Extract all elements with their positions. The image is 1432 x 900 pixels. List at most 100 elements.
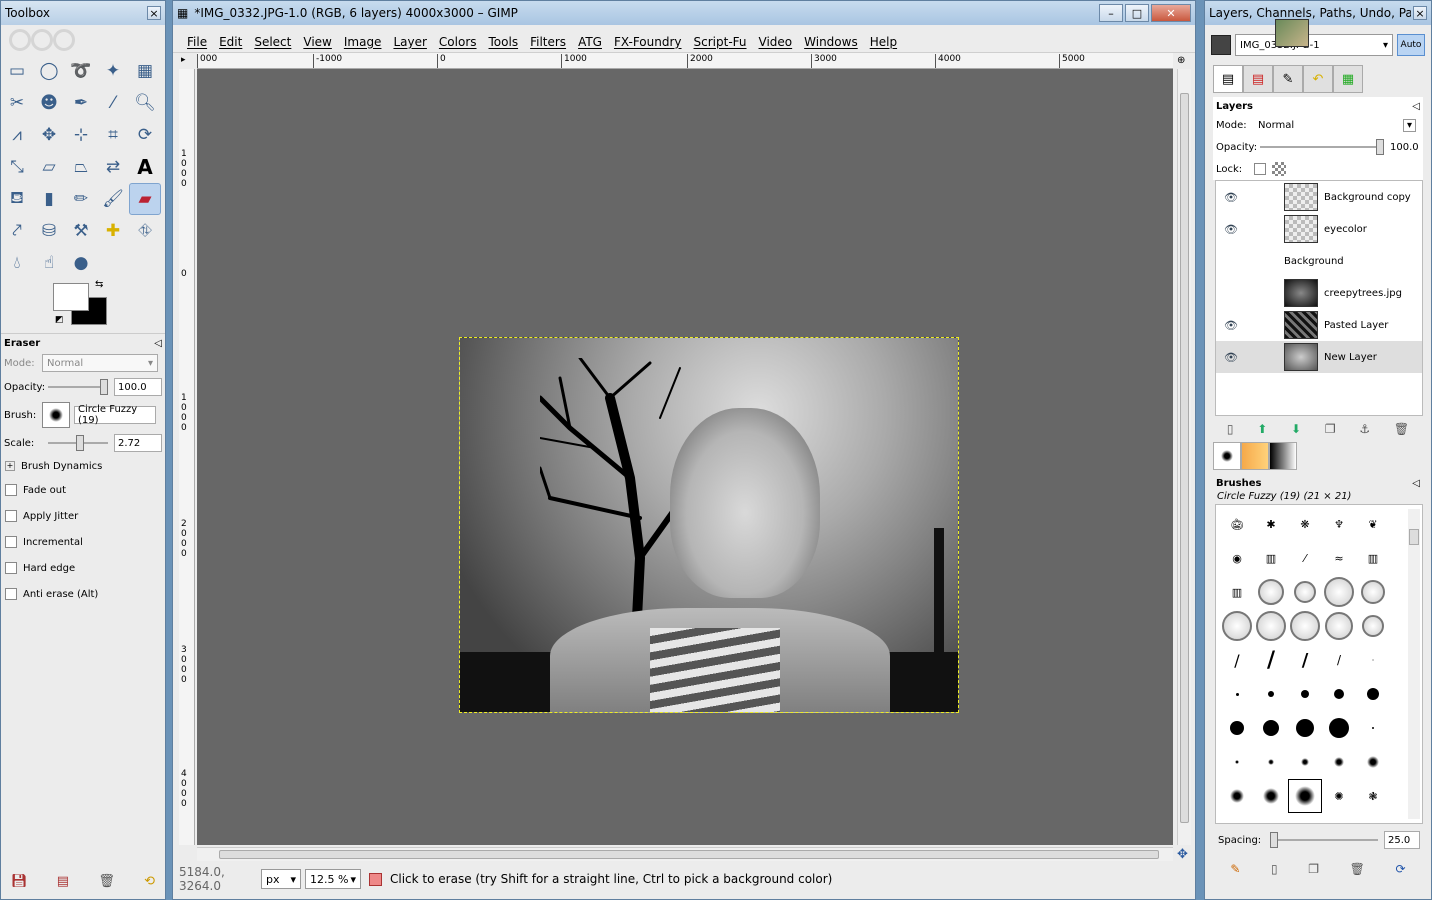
brush-bubble-icon[interactable] [1288, 609, 1322, 643]
ellipse-select-icon[interactable]: ◯ [33, 55, 65, 87]
brush-dot-icon[interactable] [1356, 711, 1390, 745]
edit-brush-icon[interactable]: ✎ [1230, 862, 1240, 876]
reset-options-icon[interactable]: ⟲ [144, 874, 155, 889]
scroll-thumb[interactable] [219, 850, 1159, 859]
tab-patterns[interactable] [1241, 442, 1269, 470]
auto-button[interactable]: Auto [1397, 34, 1425, 56]
lock-alpha-icon[interactable] [1272, 162, 1286, 176]
panel-menu-icon[interactable]: ◁ [1412, 101, 1420, 112]
menu-layer[interactable]: Layer [387, 35, 432, 49]
lower-layer-icon[interactable]: ⬇ [1291, 422, 1301, 436]
menu-atg[interactable]: ATG [572, 35, 608, 49]
dock-titlebar[interactable]: Layers, Channels, Paths, Undo, Pale... × [1205, 1, 1431, 25]
mode-combo[interactable]: Normal ▾ [42, 354, 158, 372]
checkbox-box[interactable] [5, 510, 17, 522]
brush-barcode-icon[interactable]: ▥ [1220, 575, 1254, 609]
eye-icon[interactable]: 👁︎ [1216, 223, 1246, 236]
menu-file[interactable]: File [181, 35, 213, 49]
tab-paths[interactable]: ✎ [1273, 65, 1303, 93]
slider-handle[interactable] [1376, 139, 1384, 155]
menu-tools[interactable]: Tools [483, 35, 525, 49]
layer-row[interactable]: creepytrees.jpg [1216, 277, 1422, 309]
brush-stroke-icon[interactable]: / [1288, 643, 1322, 677]
slider-handle[interactable] [1270, 832, 1278, 848]
menu-script-fu[interactable]: Script-Fu [688, 35, 753, 49]
blend-icon[interactable]: ▮ [33, 183, 65, 215]
brush-spider-icon[interactable]: ✱ [1254, 507, 1288, 541]
brush-splat-icon[interactable]: ❋ [1288, 507, 1322, 541]
unit-combo[interactable]: px ▾ [261, 869, 301, 889]
layer-row[interactable]: Background [1216, 19, 1422, 277]
zoom-icon[interactable]: 🔍︎ [129, 87, 161, 119]
heal-icon[interactable]: ✚ [97, 215, 129, 247]
menu-help[interactable]: Help [864, 35, 903, 49]
refresh-brushes-icon[interactable]: ⟳ [1396, 862, 1406, 876]
brush-dynamics-expander[interactable]: + Brush Dynamics [1, 455, 165, 477]
scroll-thumb[interactable] [1409, 529, 1419, 545]
brush-bubble-icon[interactable] [1356, 575, 1390, 609]
toolbox-titlebar[interactable]: Toolbox × [1, 1, 165, 25]
color-picker-icon[interactable]: ⁄ [97, 87, 129, 119]
brush-dash-icon[interactable]: ≈ [1322, 541, 1356, 575]
layer-opacity-value[interactable]: 100.0 [1390, 142, 1420, 153]
horizontal-scrollbar[interactable] [197, 847, 1173, 861]
image-titlebar[interactable]: ▦ *IMG_0332.JPG-1.0 (RGB, 6 layers) 4000… [173, 1, 1195, 25]
menu-filters[interactable]: Filters [524, 35, 572, 49]
eye-icon[interactable]: 👁︎ [1216, 191, 1246, 204]
swap-colors-icon[interactable]: ⇆ [95, 279, 103, 290]
checkbox-hard-edge[interactable]: Hard edge [1, 555, 165, 581]
spacing-spin[interactable]: 25.0 [1384, 831, 1420, 849]
brush-barcode-icon[interactable]: ▥ [1356, 541, 1390, 575]
brush-dot-icon[interactable] [1254, 711, 1288, 745]
fuzzy-select-icon[interactable]: ✦ [97, 55, 129, 87]
brush-bubble-icon[interactable] [1254, 609, 1288, 643]
checkbox-anti-erase[interactable]: Anti erase (Alt) [1, 581, 165, 607]
brush-stroke-icon[interactable]: / [1254, 643, 1288, 677]
paintbrush-icon[interactable]: 🖌︎ [97, 183, 129, 215]
scale-icon[interactable]: ⤡ [1, 151, 33, 183]
brush-fuzzy-icon[interactable] [1356, 745, 1390, 779]
checkbox-box[interactable] [5, 484, 17, 496]
checkbox-box[interactable] [5, 562, 17, 574]
brush-stroke-icon[interactable]: · [1356, 643, 1390, 677]
brush-bubble-icon[interactable] [1220, 609, 1254, 643]
brush-leaf-icon[interactable]: ❦ [1356, 507, 1390, 541]
scissors-icon[interactable]: ✂ [1, 87, 33, 119]
menu-view[interactable]: View [297, 35, 337, 49]
brush-name-field[interactable]: Circle Fuzzy (19) [74, 404, 156, 426]
brush-stroke-icon[interactable]: / [1322, 643, 1356, 677]
brush-figure-icon[interactable]: ♆ [1322, 507, 1356, 541]
brush-dot-icon[interactable] [1322, 677, 1356, 711]
checkbox-incremental[interactable]: Incremental [1, 529, 165, 555]
brush-dot-icon[interactable] [1254, 677, 1288, 711]
brush-eye-icon[interactable]: ◉ [1220, 541, 1254, 575]
smudge-icon[interactable]: ☝ [33, 247, 65, 279]
new-layer-icon[interactable]: ▯ [1227, 422, 1234, 436]
bucket-fill-icon[interactable]: ⛾ [1, 183, 33, 215]
tab-undo[interactable]: ↶ [1303, 65, 1333, 93]
layer-row[interactable]: 👁︎ New Layer [1216, 341, 1422, 373]
tool-options-menu-icon[interactable]: ◁ [154, 338, 162, 349]
foreground-select-icon[interactable]: ☻ [33, 87, 65, 119]
crop-icon[interactable]: ⌗ [97, 119, 129, 151]
scroll-thumb[interactable] [1180, 93, 1189, 823]
clone-icon[interactable]: ⚒ [65, 215, 97, 247]
duplicate-layer-icon[interactable]: ❐ [1325, 422, 1336, 436]
brush-sparks-icon[interactable]: ✺ [1322, 779, 1356, 813]
new-brush-icon[interactable]: ▯ [1271, 862, 1278, 876]
move-icon[interactable]: ✥ [33, 119, 65, 151]
flip-icon[interactable]: ⇄ [97, 151, 129, 183]
brush-bubble-icon[interactable] [1288, 575, 1322, 609]
checkbox-fade-out[interactable]: Fade out [1, 477, 165, 503]
delete-options-icon[interactable]: 🗑︎ [98, 874, 115, 889]
layer-opacity-slider[interactable] [1260, 139, 1384, 155]
brush-pumpkin-icon[interactable]: 🎃︎ [1220, 507, 1254, 541]
brush-fuzzy-icon[interactable] [1322, 745, 1356, 779]
zoom-combo[interactable]: 12.5 % ▾ [305, 869, 361, 889]
pencil-icon[interactable]: ✏ [65, 183, 97, 215]
default-colors-icon[interactable]: ◩ [55, 315, 64, 325]
brush-bubble-icon[interactable] [1356, 609, 1390, 643]
brush-dot-icon[interactable] [1288, 677, 1322, 711]
tab-gradients[interactable] [1269, 442, 1297, 470]
panel-menu-icon[interactable]: ◁ [1412, 478, 1420, 489]
